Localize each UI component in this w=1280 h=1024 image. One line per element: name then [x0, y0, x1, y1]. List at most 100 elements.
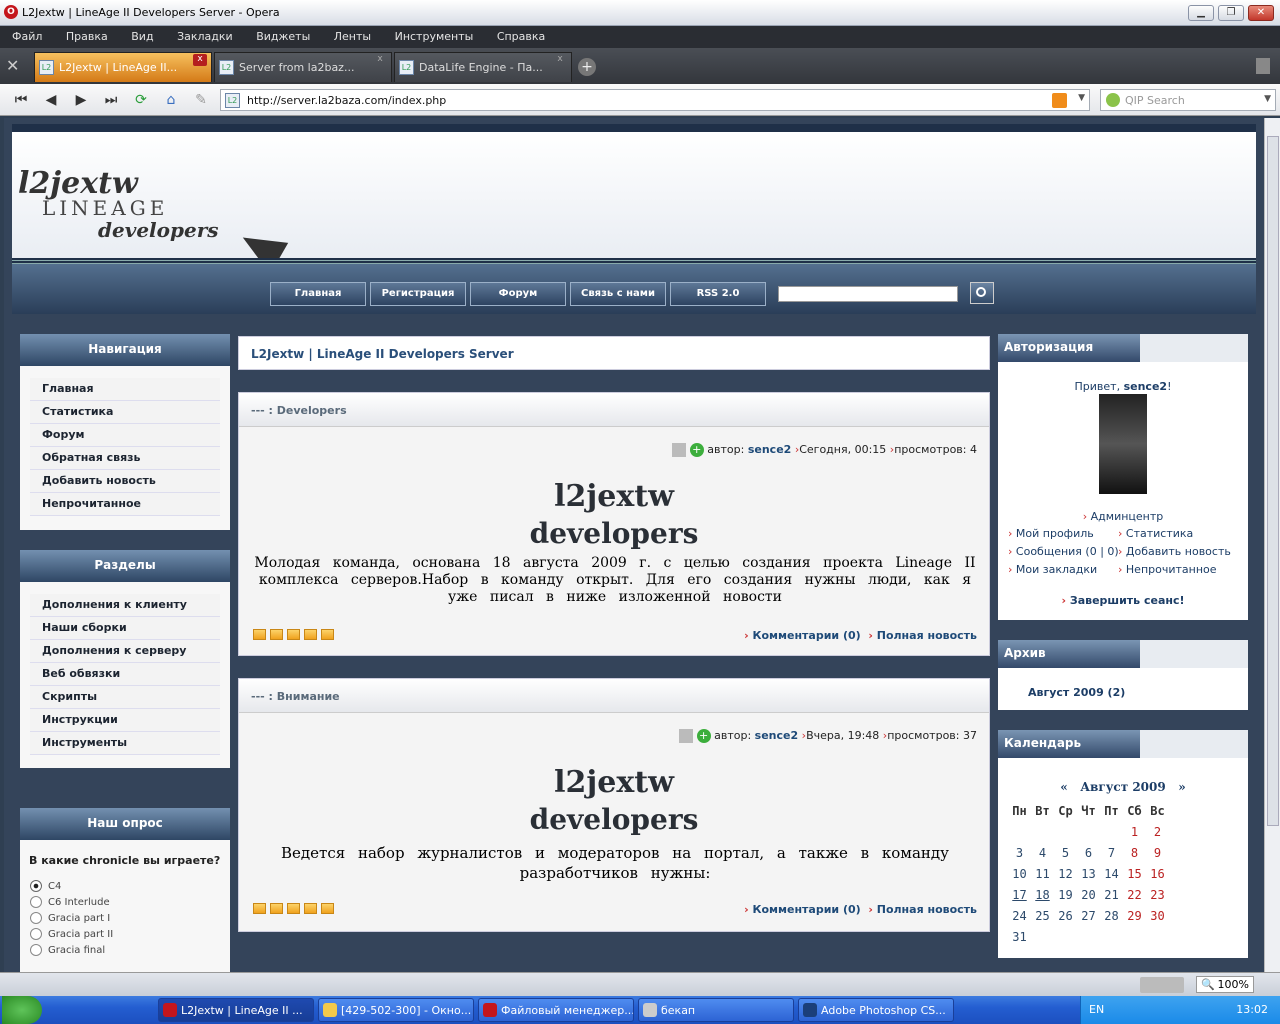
menu-widgets[interactable]: Виджеты	[244, 26, 318, 43]
section-item[interactable]: Скрипты	[30, 686, 220, 709]
home-icon[interactable]: ⌂	[160, 90, 182, 110]
link-add-news[interactable]: › Добавить новость	[1118, 545, 1231, 558]
radio-selected-icon[interactable]	[30, 880, 42, 892]
star-icon[interactable]	[321, 629, 334, 640]
menu-edit[interactable]: Правка	[54, 26, 116, 43]
minimize-button[interactable]: ▁	[1188, 5, 1214, 21]
link-my-bookmarks[interactable]: › Мои закладки	[1008, 563, 1097, 576]
section-item[interactable]: Дополнения к клиенту	[30, 594, 220, 617]
poll-option[interactable]: Gracia part II	[30, 928, 113, 944]
rating-stars[interactable]	[253, 629, 338, 641]
task-backup[interactable]: бекап	[638, 998, 794, 1022]
dropdown-arrow-icon[interactable]: ▼	[1264, 94, 1271, 104]
task-file-manager[interactable]: Файловый менеджер...	[478, 998, 634, 1022]
star-icon[interactable]	[253, 629, 266, 640]
topnav-home[interactable]: Главная	[270, 282, 366, 306]
section-item[interactable]: Инструкции	[30, 709, 220, 732]
comments-link[interactable]: Комментарии (0)	[752, 629, 860, 642]
section-item[interactable]: Дополнения к серверу	[30, 640, 220, 663]
site-search-input[interactable]	[778, 286, 958, 302]
tab-server[interactable]: L2 Server from la2baz... x	[214, 52, 392, 82]
nav-item-feedback[interactable]: Обратная связь	[30, 447, 220, 470]
nav-item-forum[interactable]: Форум	[30, 424, 220, 447]
calendar-next-icon[interactable]: »	[1178, 780, 1186, 794]
section-item[interactable]: Инструменты	[30, 732, 220, 755]
menu-tools[interactable]: Инструменты	[383, 26, 482, 43]
star-icon[interactable]	[321, 903, 334, 914]
trash-icon[interactable]	[1256, 58, 1270, 74]
link-statistics[interactable]: › Статистика	[1118, 527, 1193, 540]
star-icon[interactable]	[253, 903, 266, 914]
zoom-field[interactable]: 🔍 100%	[1196, 976, 1254, 993]
radio-icon[interactable]	[30, 896, 42, 908]
edit-icon[interactable]: ✎	[190, 90, 212, 110]
close-window-button[interactable]: ✕	[1248, 5, 1274, 21]
language-indicator[interactable]: EN	[1089, 1003, 1104, 1016]
close-tab-icon[interactable]: x	[373, 54, 387, 66]
news-author[interactable]: sence2	[748, 443, 791, 456]
star-icon[interactable]	[270, 629, 283, 640]
add-favorite-icon[interactable]: +	[689, 443, 704, 457]
nav-item-unread[interactable]: Непрочитанное	[30, 493, 220, 516]
topnav-contact[interactable]: Связь с нами	[570, 282, 666, 306]
edit-tools-icon[interactable]	[679, 729, 694, 743]
fast-forward-icon[interactable]: ⏭	[100, 90, 122, 110]
start-button[interactable]	[2, 996, 42, 1024]
rating-stars[interactable]	[253, 903, 338, 915]
rss-feed-icon[interactable]	[1052, 93, 1067, 108]
username-link[interactable]: sence2	[1124, 380, 1167, 393]
topnav-register[interactable]: Регистрация	[370, 282, 466, 306]
menu-file[interactable]: Файл	[0, 26, 50, 43]
star-icon[interactable]	[287, 903, 300, 914]
scrollbar-thumb[interactable]	[1267, 136, 1279, 826]
section-item[interactable]: Веб обвязки	[30, 663, 220, 686]
quick-launch-icons[interactable]	[70, 1002, 140, 1018]
topnav-forum[interactable]: Форум	[470, 282, 566, 306]
radio-icon[interactable]	[30, 928, 42, 940]
avatar[interactable]	[1099, 394, 1147, 494]
close-tab-icon[interactable]: x	[553, 54, 567, 66]
menu-view[interactable]: Вид	[119, 26, 161, 43]
view-controls-icon[interactable]	[1140, 977, 1184, 993]
radio-icon[interactable]	[30, 912, 42, 924]
poll-option[interactable]: C6 Interlude	[30, 896, 113, 912]
star-icon[interactable]	[304, 629, 317, 640]
site-search-button[interactable]	[970, 282, 994, 304]
calendar-prev-icon[interactable]: «	[1060, 780, 1068, 794]
back-icon[interactable]: ◀	[40, 90, 62, 110]
link-my-profile[interactable]: › Мой профиль	[1008, 527, 1094, 540]
calendar-day-link[interactable]: 18	[1031, 884, 1054, 905]
tab-datalife[interactable]: L2 DataLife Engine - Па... x	[394, 52, 572, 82]
task-window[interactable]: [429-502-300] - Окно...	[318, 998, 474, 1022]
link-messages[interactable]: › Сообщения (0 | 0)	[1008, 545, 1119, 558]
menu-help[interactable]: Справка	[485, 26, 553, 43]
calendar-day-link[interactable]: 17	[1008, 884, 1031, 905]
menu-bookmarks[interactable]: Закладки	[165, 26, 241, 43]
nav-item-add-news[interactable]: Добавить новость	[30, 470, 220, 493]
nav-item-home[interactable]: Главная	[30, 378, 220, 401]
archive-month-link[interactable]: Август 2009 (2)	[1028, 686, 1125, 699]
full-news-link[interactable]: Полная новость	[877, 629, 977, 642]
address-field[interactable]: L2 http://server.la2baza.com/index.php ▼	[220, 89, 1090, 111]
poll-option[interactable]: Gracia final	[30, 944, 113, 960]
forward-icon[interactable]: ▶	[70, 90, 92, 110]
star-icon[interactable]	[304, 903, 317, 914]
tools-icon[interactable]: ✕	[6, 56, 28, 76]
topnav-rss[interactable]: RSS 2.0	[670, 282, 766, 306]
new-tab-icon[interactable]: +	[578, 58, 596, 76]
star-icon[interactable]	[287, 629, 300, 640]
maximize-button[interactable]: ❐	[1218, 5, 1244, 21]
poll-option[interactable]: C4	[30, 880, 113, 896]
add-favorite-icon[interactable]: +	[696, 729, 711, 743]
admin-center-link[interactable]: › Админцентр	[998, 510, 1248, 523]
nav-item-stats[interactable]: Статистика	[30, 401, 220, 424]
tab-l2jextw[interactable]: L2 L2Jextw | LineAge II... x	[34, 52, 212, 82]
link-unread[interactable]: › Непрочитанное	[1118, 563, 1217, 576]
close-tab-icon[interactable]: x	[193, 54, 207, 66]
poll-option[interactable]: Gracia part I	[30, 912, 113, 928]
task-photoshop[interactable]: Adobe Photoshop CS...	[798, 998, 954, 1022]
comments-link[interactable]: Комментарии (0)	[752, 903, 860, 916]
full-news-link[interactable]: Полная новость	[877, 903, 977, 916]
rewind-icon[interactable]: ⏮	[10, 90, 32, 110]
star-icon[interactable]	[270, 903, 283, 914]
